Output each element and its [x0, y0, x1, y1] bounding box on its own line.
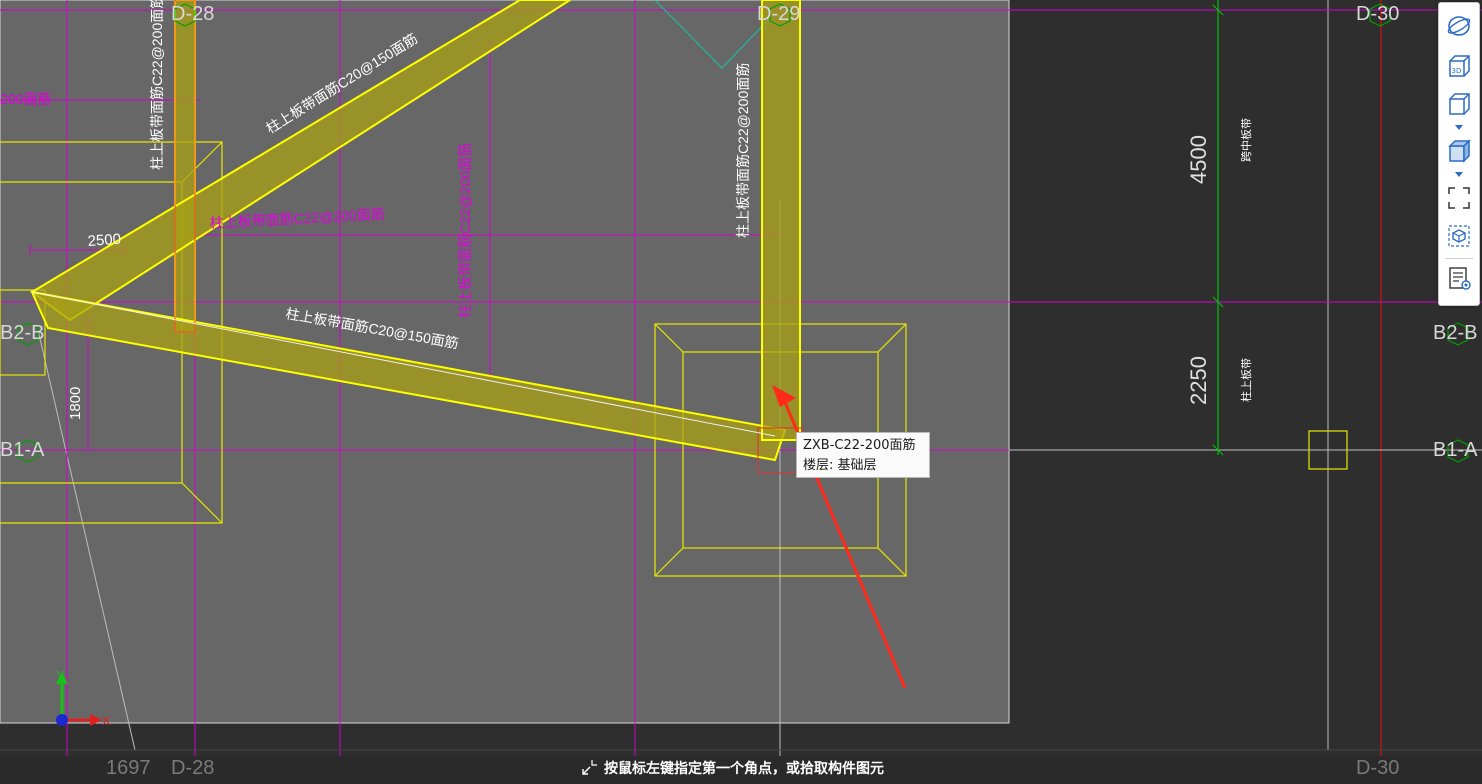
orbit-button[interactable]	[1444, 11, 1474, 41]
corner-pick-icon	[582, 760, 597, 775]
axis-label-top-d29: D-29	[757, 3, 801, 25]
fullscreen-button[interactable]	[1444, 183, 1474, 213]
property-panel-button[interactable]	[1444, 263, 1474, 293]
solid-view-dropdown-caret[interactable]	[1455, 172, 1463, 177]
status-prompt: 按鼠标左键指定第一个角点，或拾取构件图元	[604, 761, 884, 777]
tooltip-line-1: ZXB-C22-200面筋	[803, 438, 916, 453]
box-view-dropdown-caret[interactable]	[1455, 125, 1463, 130]
property-panel-icon	[1449, 267, 1471, 290]
view-3d-icon: 3D	[1449, 55, 1470, 77]
toolbar-separator	[1445, 258, 1473, 259]
dim-label-2250: 柱上板带	[1239, 358, 1253, 402]
axis-label-bottom-d30: D-30	[1356, 757, 1400, 779]
view-3d-button[interactable]: 3D	[1444, 51, 1474, 81]
dim-4500: 4500	[1186, 135, 1211, 184]
dimension-1697: 1697	[106, 757, 151, 779]
cad-canvas[interactable]: 柱上板带面筋C22@200面筋 柱上板带面筋C20@150面筋 柱上板带面筋C2…	[0, 0, 1482, 784]
axis-label-top-d30: D-30	[1356, 3, 1400, 25]
dim-2500: 2500	[87, 231, 121, 250]
ucs-x-label: X	[102, 713, 111, 728]
axis-label-left-b1a: B1-A	[0, 439, 45, 461]
fullscreen-icon	[1448, 187, 1470, 209]
ucs-y-label: Y	[56, 668, 65, 683]
solid-view-button[interactable]	[1444, 136, 1474, 166]
axis-label-bottom-d28: D-28	[171, 757, 215, 779]
axis-label-top-d28: D-28	[171, 3, 215, 25]
annotation-vertical-left: 柱上板带面筋C22@200面筋	[149, 0, 165, 170]
dim-1800: 1800	[67, 387, 84, 420]
svg-text:3D: 3D	[1452, 67, 1462, 75]
solid-view-icon	[1448, 139, 1471, 163]
orbit-icon	[1447, 16, 1471, 36]
annotation-vertical-right: 柱上板带面筋C22@200面筋	[735, 63, 751, 238]
view-toolbar: 3D	[1438, 2, 1480, 306]
rebar-strip-vertical-d29	[761, 0, 801, 441]
box-view-button[interactable]	[1444, 89, 1474, 119]
rebar-strip-vertical-d28	[174, 0, 196, 333]
box-view-icon	[1449, 93, 1470, 115]
annotation-magenta-vertical: 柱上板带面筋C22@200面筋	[457, 143, 473, 318]
tooltip-line-2: 楼层: 基础层	[803, 458, 877, 473]
dim-2250: 2250	[1186, 356, 1211, 405]
view-cube-icon	[1448, 225, 1470, 247]
annotation-magenta-topleft: 200面筋	[0, 91, 51, 107]
element-tooltip: ZXB-C22-200面筋 楼层: 基础层	[796, 432, 930, 478]
view-cube-button[interactable]	[1444, 221, 1474, 251]
dim-label-4500: 跨中板带	[1239, 118, 1253, 162]
axis-label-left-b2b: B2-B	[0, 322, 45, 344]
axis-label-right-b2b: B2-B	[1433, 322, 1478, 344]
axis-label-right-b1a: B1-A	[1433, 439, 1478, 461]
